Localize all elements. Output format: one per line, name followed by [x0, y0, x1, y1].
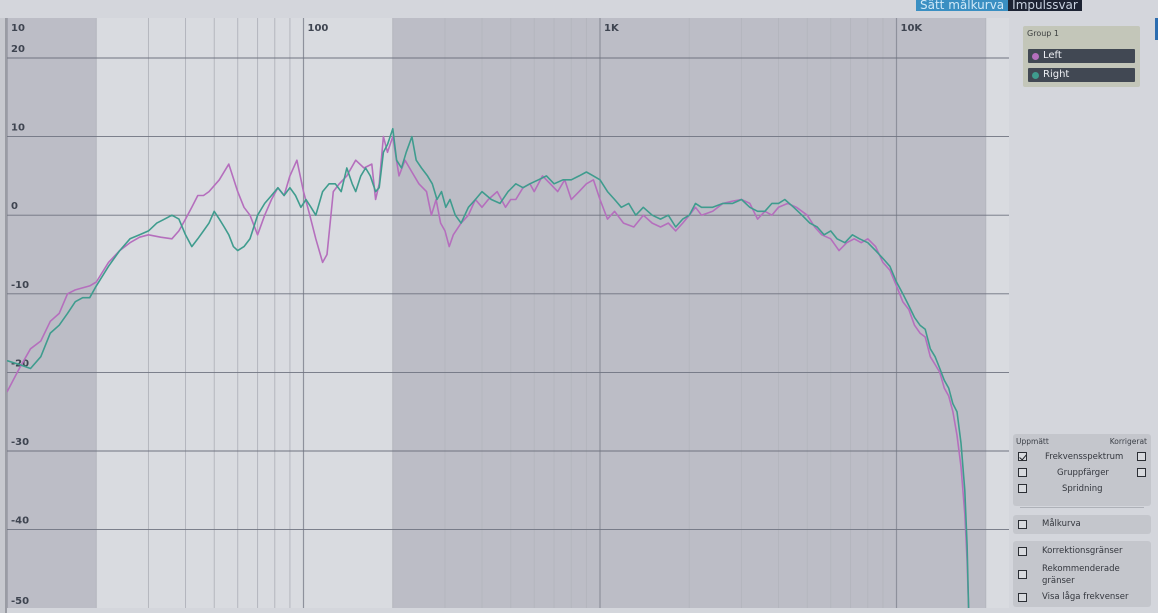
- measured-header: Uppmätt: [1016, 437, 1049, 446]
- x-tick-label: 100: [308, 23, 329, 34]
- frequency-response-chart: 10 100 1K 10K20100-10-20-30-40-50: [7, 18, 1009, 608]
- left-edge-strip: [0, 18, 7, 613]
- recommended-limits-checkbox[interactable]: [1018, 570, 1027, 579]
- group-colors-measured-checkbox[interactable]: [1018, 468, 1027, 477]
- corrected-header: Korrigerat: [1109, 437, 1147, 446]
- group-colors-corrected-checkbox[interactable]: [1137, 468, 1146, 477]
- option-label: Gruppfärger: [1057, 468, 1109, 478]
- y-tick-label: -10: [11, 280, 29, 291]
- option-row-frequency-spectrum: Frekvensspektrum: [1013, 451, 1151, 465]
- legend-color-swatch: [1032, 72, 1039, 79]
- correction-limits-checkbox[interactable]: [1018, 547, 1027, 556]
- option-label: Spridning: [1062, 484, 1103, 494]
- frequency-spectrum-measured-checkbox[interactable]: [1018, 452, 1027, 461]
- y-tick-label: -50: [11, 596, 29, 607]
- show-low-frequencies-checkbox[interactable]: [1018, 593, 1027, 602]
- x-tick-label: 10K: [901, 23, 924, 34]
- option-label: Frekvensspektrum: [1045, 452, 1124, 462]
- toolbar: Sätt målkurva Impulssvar: [916, 0, 1082, 11]
- frequency-spectrum-corrected-checkbox[interactable]: [1137, 452, 1146, 461]
- impulse-response-button[interactable]: Impulssvar: [1008, 0, 1082, 11]
- option-row-spread: Spridning: [1013, 483, 1151, 497]
- legend-item-label: Left: [1043, 50, 1062, 61]
- target-curve-label: Målkurva: [1042, 519, 1081, 529]
- x-tick-label: 10: [11, 23, 25, 34]
- target-curve-panel: Målkurva: [1013, 515, 1151, 534]
- legend-item-right[interactable]: Right: [1028, 68, 1135, 82]
- recommended-limits-label: Rekommenderade gränser: [1042, 564, 1120, 586]
- x-tick-label: 1K: [604, 23, 620, 34]
- options-divider: [1020, 507, 1144, 508]
- legend-group: Group 1 Left Right: [1023, 26, 1140, 87]
- option-row-group-colors: Gruppfärger: [1013, 467, 1151, 481]
- spread-measured-checkbox[interactable]: [1018, 484, 1027, 493]
- legend-color-swatch: [1032, 53, 1039, 60]
- show-low-frequencies-label: Visa låga frekvenser: [1042, 592, 1129, 602]
- limits-panel: Korrektionsgränser Rekommenderade gränse…: [1013, 541, 1151, 607]
- y-tick-label: -40: [11, 516, 29, 527]
- y-tick-label: -30: [11, 437, 29, 448]
- target-curve-checkbox[interactable]: [1018, 520, 1027, 529]
- y-tick-label: 10: [11, 123, 25, 134]
- display-options-panel: Uppmätt Korrigerat Frekvensspektrum Grup…: [1013, 434, 1151, 506]
- y-tick-label: 20: [11, 44, 25, 55]
- correction-limits-label: Korrektionsgränser: [1042, 546, 1123, 556]
- set-target-curve-button[interactable]: Sätt målkurva: [916, 0, 1009, 11]
- y-tick-label: 0: [11, 201, 18, 212]
- legend-item-left[interactable]: Left: [1028, 49, 1135, 63]
- legend-group-title: Group 1: [1027, 29, 1059, 38]
- legend-item-label: Right: [1043, 69, 1070, 80]
- frequency-response-plot[interactable]: 10 100 1K 10K 20 10 0 -10 -20 -30 -40 -50: [7, 18, 1009, 608]
